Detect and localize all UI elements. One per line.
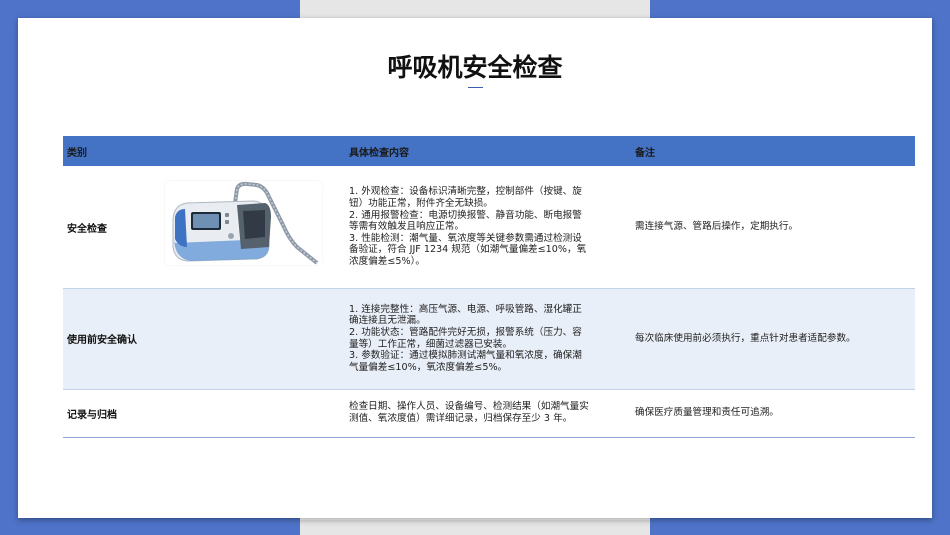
slide-card: 呼吸机安全检查 类别 具体检查内容 备注 安全检查 1. 外观检查：设备标识清晰… [18,18,932,518]
table-row: 使用前安全确认 1. 连接完整性：高压气源、电源、呼吸管路、湿化罐正 确连接且无… [63,288,915,389]
row-content: 检查日期、操作人员、设备编号、检测结果（如潮气量实 测值、氧浓度值）需详细记录，… [349,389,633,437]
content-line: 检查日期、操作人员、设备编号、检测结果（如潮气量实 [349,401,589,413]
background-top-strip [300,0,650,18]
header-note: 备注 [635,147,655,159]
content-line: 确连接且无泄漏。 [349,315,426,327]
content-line: 3. 性能检测：潮气量、氧浓度等关键参数需通过检测设 [349,232,582,244]
row-divider [63,288,915,289]
content-line: 钮）功能正常，附件齐全无缺损。 [349,198,493,210]
content-line: 浓度偏差≤5%）。 [349,255,426,267]
title-underline [468,87,483,88]
row-category: 记录与归档 [67,409,117,421]
row-category: 使用前安全确认 [67,335,137,346]
header-content: 具体检查内容 [349,147,409,159]
row-content: 1. 连接完整性：高压气源、电源、呼吸管路、湿化罐正 确连接且无泄漏。 2. 功… [349,288,633,389]
row-note: 确保医疗质量管理和责任可追溯。 [635,407,779,419]
table-header-row: 类别 具体检查内容 备注 [63,136,915,166]
content-line: 等需有效触发且响应正常。 [349,221,465,233]
slide-title: 呼吸机安全检查 [387,53,563,82]
row-content: 1. 外观检查：设备标识清晰完整，控制部件（按键、旋 钮）功能正常，附件齐全无缺… [349,166,633,288]
row-divider [63,389,915,390]
content-line: 量等）工作正常，细菌过滤器已安装。 [349,338,513,350]
ventilator-device-image [165,181,322,265]
table-row: 安全检查 1. 外观检查：设备标识清晰完整，控制部件（按键、旋 钮）功能正常，附… [63,166,915,288]
content-line: 3. 参数验证：通过模拟肺测试潮气量和氧浓度，确保潮 [349,350,582,362]
content-line: 备验证，符合 JJF 1234 规范（如潮气量偏差≤10%，氧 [349,244,587,256]
content-line: 2. 功能状态：管路配件完好无损，报警系统（压力、容 [349,326,582,338]
content-line: 1. 外观检查：设备标识清晰完整，控制部件（按键、旋 [349,186,582,198]
background-bottom-strip [300,520,650,535]
content-line: 2. 通用报警检查：电源切换报警、静音功能、断电报警 [349,209,582,221]
row-note: 每次临床使用前必须执行，重点针对患者适配参数。 [635,332,856,344]
content-line: 1. 连接完整性：高压气源、电源、呼吸管路、湿化罐正 [349,303,582,315]
content-line: 气量偏差≤10%，氧浓度偏差≤5%。 [349,361,508,373]
header-category: 类别 [67,147,87,159]
row-note: 需连接气源、管路后操作，定期执行。 [635,221,799,233]
content-line: 测值、氧浓度值）需详细记录，归档保存至少 3 年。 [349,413,573,424]
table-row: 记录与归档 检查日期、操作人员、设备编号、检测结果（如潮气量实 测值、氧浓度值）… [63,389,915,438]
